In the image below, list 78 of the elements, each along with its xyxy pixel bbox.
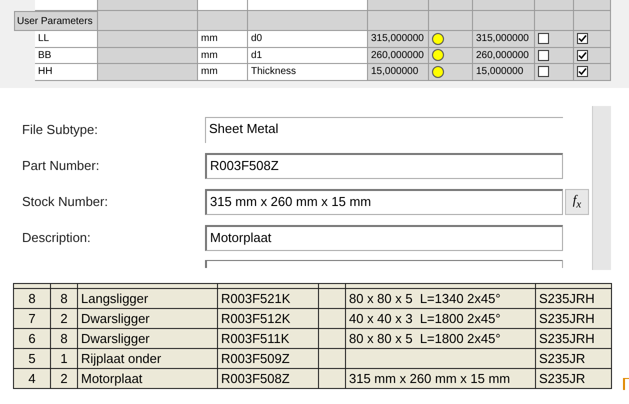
- field-label: Description:: [21, 230, 92, 245]
- table-cell: 40 x 40 x 3 L=1800 2x45°: [346, 308, 536, 328]
- table-cell: S235JR: [536, 368, 612, 388]
- scrollbar[interactable]: [592, 106, 611, 270]
- table-cell: S235JRH: [536, 308, 612, 328]
- table-cell: S235JR: [536, 348, 612, 368]
- table-cell: 8: [50, 328, 78, 348]
- parameter-name: LL: [35, 31, 98, 48]
- table-cell: [318, 348, 346, 368]
- table-cell: [574, 0, 611, 11]
- table-cell: [318, 328, 346, 348]
- input-field[interactable]: 315 mm x 260 mm x 15 mm: [205, 188, 563, 214]
- field-label: File Subtype:: [21, 122, 99, 137]
- checkbox[interactable]: [538, 50, 549, 61]
- group-label[interactable]: User Parameters: [14, 11, 98, 31]
- table-cell: R003F512K: [218, 308, 318, 328]
- table-cell: Rijplaat onder: [78, 348, 218, 368]
- field-label: Part Number:: [21, 158, 100, 173]
- table-cell: [473, 0, 535, 11]
- table-cell: R003F509Z: [218, 348, 318, 368]
- checkbox[interactable]: [538, 66, 549, 78]
- table-cell: [198, 0, 248, 11]
- table-cell: 80 x 80 x 5 L=1800 2x45°: [346, 328, 536, 348]
- table-cell: [318, 308, 346, 328]
- table-cell: [368, 0, 429, 11]
- comment-cell: d0: [248, 31, 368, 48]
- checkbox[interactable]: [577, 66, 588, 78]
- table-cell: 5: [14, 348, 50, 368]
- table-cell: [368, 11, 429, 31]
- table-cell: [318, 288, 346, 308]
- table-cell: Langsligger: [78, 288, 218, 308]
- value-cell: 15,000000: [368, 64, 429, 80]
- nominal-value-cell: 15,000000: [473, 64, 535, 80]
- table-cell: [198, 11, 248, 31]
- table-cell: [535, 0, 574, 11]
- unit-cell: mm: [198, 64, 248, 80]
- table-cell: 315 mm x 260 mm x 15 mm: [346, 368, 536, 388]
- parameter-name: BB: [35, 48, 98, 64]
- subtype-field: Sheet Metal: [205, 116, 563, 142]
- table-cell: [35, 0, 98, 11]
- nominal-value-cell: 260,000000: [473, 48, 535, 64]
- table-cell: 7: [14, 308, 50, 328]
- table-cell: Motorplaat: [78, 368, 218, 388]
- unit-cell: mm: [198, 31, 248, 48]
- table-cell: [473, 11, 535, 31]
- value-cell: 315,000000: [368, 31, 429, 48]
- checkbox[interactable]: [538, 33, 549, 44]
- comment-cell: d1: [248, 48, 368, 64]
- table-cell: 4: [14, 368, 50, 388]
- table-cell: R003F521K: [218, 288, 318, 308]
- table-cell: 1: [50, 348, 78, 368]
- table-cell: 8: [14, 288, 50, 308]
- comment-cell: Thickness: [248, 64, 368, 80]
- table-cell: [318, 368, 346, 388]
- function-button[interactable]: f$_{x}$: [565, 188, 589, 214]
- parameter-name: HH: [35, 64, 98, 80]
- table-cell: 2: [50, 308, 78, 328]
- input-field[interactable]: Motorplaat: [205, 224, 563, 250]
- table-cell: S235JRH: [536, 328, 612, 348]
- table-cell: R003F511K: [218, 328, 318, 348]
- input-field[interactable]: R003F508Z: [205, 152, 563, 178]
- table-cell: 2: [50, 368, 78, 388]
- table-cell: S235JRH: [536, 288, 612, 308]
- table-cell: 6: [14, 328, 50, 348]
- table-cell: Dwarsligger: [78, 328, 218, 348]
- table-cell: 80 x 80 x 5 L=1340 2x45°: [346, 288, 536, 308]
- nominal-value-cell: 315,000000: [473, 31, 535, 48]
- tab-icon[interactable]: [623, 378, 629, 390]
- input-field[interactable]: [205, 260, 563, 268]
- table-cell: Dwarsligger: [78, 308, 218, 328]
- value-cell: 260,000000: [368, 48, 429, 64]
- table-cell: 8: [50, 288, 78, 308]
- unit-cell: mm: [198, 48, 248, 64]
- checkbox[interactable]: [577, 33, 588, 44]
- checkbox[interactable]: [577, 50, 588, 61]
- table-cell: R003F508Z: [218, 368, 318, 388]
- table-cell: [429, 0, 473, 11]
- field-label: Stock Number:: [21, 194, 109, 209]
